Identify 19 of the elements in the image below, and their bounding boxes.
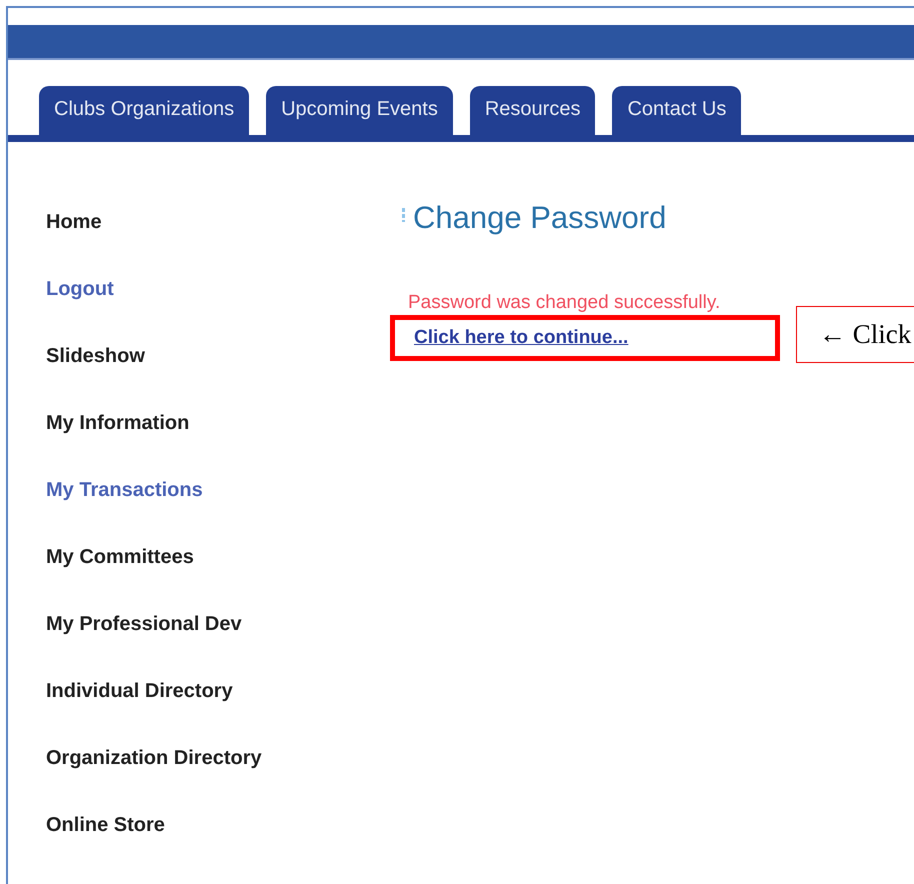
nav-tab[interactable]: Upcoming Events — [266, 86, 453, 135]
bullet-icon — [402, 208, 405, 222]
sidebar-link[interactable]: My Information — [46, 411, 190, 435]
success-message: Password was changed successfully. — [408, 292, 722, 314]
sidebar-link[interactable]: Logout — [46, 277, 114, 301]
sidebar-link[interactable]: Online Store — [46, 813, 165, 837]
sidebar-link[interactable]: Organization Directory — [46, 746, 262, 770]
annotation-callout: ← Click — [796, 306, 914, 363]
nav-tab[interactable]: Clubs Organizations — [39, 86, 250, 135]
sidebar-link[interactable]: Individual Directory — [46, 679, 233, 703]
sidebar-link[interactable]: My Professional Dev — [46, 612, 242, 636]
sidebar-link[interactable]: My Transactions — [46, 478, 203, 502]
nav-tab[interactable]: Resources — [470, 86, 596, 135]
sidebar-link[interactable]: Slideshow — [46, 344, 145, 368]
page-title: Change Password — [413, 200, 666, 236]
nav-tab[interactable]: Contact Us — [612, 86, 742, 135]
sidebar-link[interactable]: My Committees — [46, 545, 194, 569]
sidebar-link[interactable]: Home — [46, 210, 102, 234]
continue-link[interactable]: Click here to continue... — [414, 326, 628, 348]
